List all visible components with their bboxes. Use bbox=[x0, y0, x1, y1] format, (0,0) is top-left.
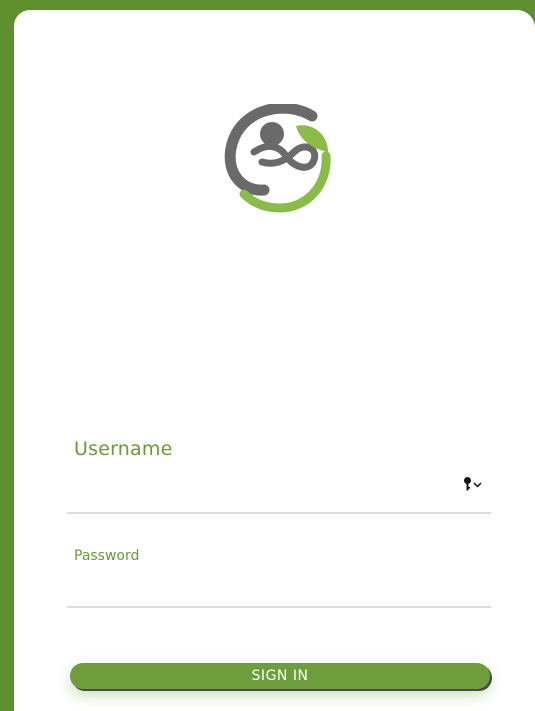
chevron-down-icon bbox=[473, 482, 482, 488]
username-field: Username bbox=[67, 436, 491, 514]
username-label: Username bbox=[74, 438, 173, 460]
password-underline bbox=[67, 606, 491, 608]
key-icon bbox=[464, 477, 471, 491]
username-input[interactable] bbox=[67, 476, 491, 506]
infinity-leaf-person-logo bbox=[224, 104, 331, 213]
password-label: Password bbox=[74, 548, 140, 564]
signin-button-wrap: SIGN IN bbox=[70, 663, 492, 693]
password-manager-dropdown[interactable] bbox=[463, 476, 485, 492]
password-input[interactable] bbox=[67, 574, 491, 604]
username-underline bbox=[67, 512, 491, 514]
password-field: Password bbox=[67, 546, 491, 608]
sign-in-button[interactable]: SIGN IN bbox=[70, 663, 490, 689]
